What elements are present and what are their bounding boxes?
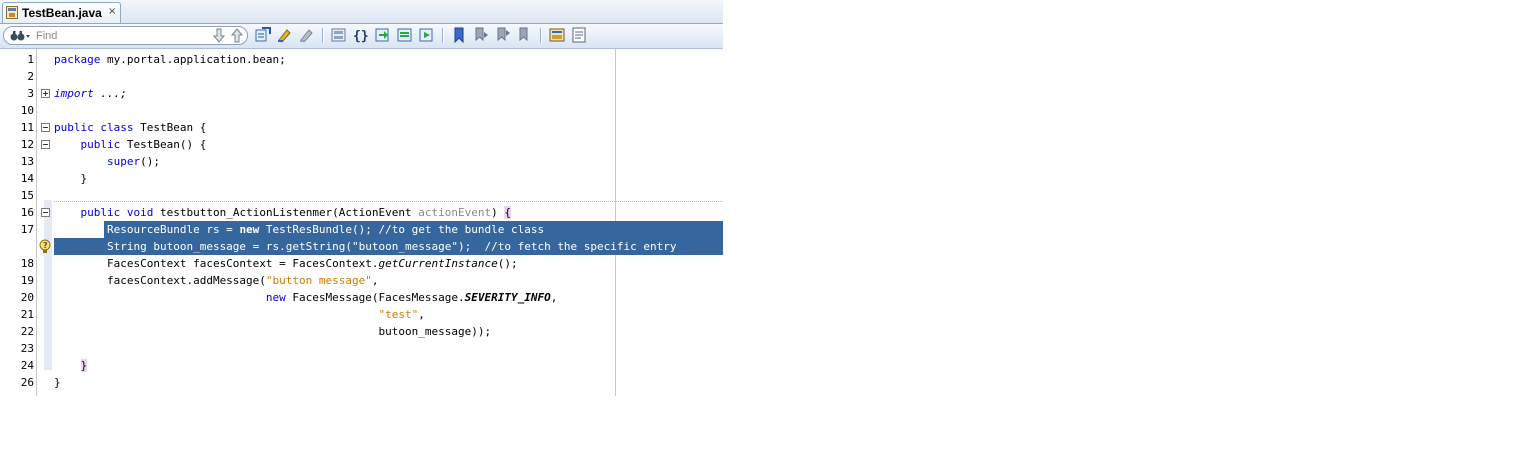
code-text: ResourceBundle rs = new TestResBundle();…: [54, 223, 545, 236]
toolbar-separator: [540, 28, 542, 43]
line-number: 18: [20, 257, 34, 270]
line-number: 11: [20, 121, 34, 134]
line-number: 23: [20, 342, 34, 355]
code-line: 16 public void testbutton_ActionListenme…: [0, 204, 723, 221]
code-line: 10: [0, 102, 723, 119]
code-text: public class TestBean {: [54, 121, 207, 134]
prev-bookmark-icon[interactable]: [330, 26, 348, 44]
code-line: 19 facesContext.addMessage("button messa…: [0, 272, 723, 289]
code-text: }: [54, 172, 88, 185]
line-number: 12: [20, 138, 34, 151]
line-number: 17: [20, 223, 34, 236]
close-icon[interactable]: ×: [108, 6, 116, 17]
comment-icon[interactable]: [396, 26, 414, 44]
code-text: FacesContext facesContext = FacesContext…: [54, 257, 518, 270]
code-text: new FacesMessage(FacesMessage.SEVERITY_I…: [265, 291, 558, 304]
toolbar-separator: [442, 28, 444, 43]
code-text: "test",: [378, 308, 425, 321]
collapse-fold-icon[interactable]: [41, 208, 50, 217]
code-line: 2: [0, 68, 723, 85]
line-number: 22: [20, 325, 34, 338]
line-number: 21: [20, 308, 34, 321]
code-line: 14 }: [0, 170, 723, 187]
last-edit-icon[interactable]: [254, 26, 272, 44]
code-line: 24 }: [0, 357, 723, 374]
binoculars-icon[interactable]: [10, 29, 32, 42]
collapse-fold-icon[interactable]: [41, 140, 50, 149]
line-number: 16: [20, 206, 34, 219]
java-file-icon: [6, 6, 18, 19]
uncomment-icon[interactable]: [418, 26, 436, 44]
last-icon[interactable]: [516, 26, 534, 44]
code-text: public void testbutton_ActionListenmer(A…: [80, 206, 512, 219]
code-text: facesContext.addMessage("button message"…: [54, 274, 379, 287]
code-text: super();: [106, 155, 160, 168]
svg-text:{}: {}: [353, 29, 369, 44]
line-number: 19: [20, 274, 34, 287]
line-number: 1: [27, 53, 34, 66]
line-number: 13: [20, 155, 34, 168]
tab-testbean-java[interactable]: TestBean.java ×: [2, 2, 121, 23]
code-line: 12 public TestBean() {: [0, 136, 723, 153]
next-icon[interactable]: [494, 26, 512, 44]
code-editor[interactable]: 1 package my.portal.application.bean; 2 …: [0, 49, 723, 396]
collapse-fold-icon[interactable]: [41, 123, 50, 132]
code-line: 3 import ...;: [0, 85, 723, 102]
toggle-highlight-icon[interactable]: [276, 26, 294, 44]
code-line: 15: [0, 187, 723, 204]
code-line: 23: [0, 340, 723, 357]
find-next-icon[interactable]: [230, 28, 244, 43]
editor-toolbar: {}: [0, 24, 723, 49]
code-line: 20 new FacesMessage(FacesMessage.SEVERIT…: [0, 289, 723, 306]
toggle-rect-icon[interactable]: [298, 26, 316, 44]
line-number: 15: [20, 189, 34, 202]
shift-left-icon[interactable]: {}: [352, 26, 370, 44]
code-line: ? String butoon_message = rs.getString("…: [0, 238, 723, 255]
find-input[interactable]: [36, 29, 196, 43]
code-line: 1 package my.portal.application.bean;: [0, 51, 723, 68]
prev-icon[interactable]: [472, 26, 490, 44]
svg-text:?: ?: [43, 241, 48, 250]
bookmark-icon[interactable]: [450, 26, 468, 44]
lightbulb-hint-icon[interactable]: ?: [38, 239, 52, 254]
find-box: [3, 26, 248, 45]
shift-right-icon[interactable]: [374, 26, 392, 44]
editor-tab-bar: TestBean.java ×: [0, 0, 723, 24]
editor-window: TestBean.java × Find {} 1 package my.por…: [0, 0, 723, 396]
tab-label: TestBean.java: [22, 6, 102, 20]
code-text: public TestBean() {: [80, 138, 207, 151]
code-line: 26 }: [0, 374, 723, 391]
line-number: 26: [20, 376, 34, 389]
line-number: 14: [20, 172, 34, 185]
line-number: 2: [27, 70, 34, 83]
line-number: 20: [20, 291, 34, 304]
code-text: butoon_message));: [54, 325, 492, 338]
code-line: 18 FacesContext facesContext = FacesCont…: [0, 255, 723, 272]
code-text: import ...;: [54, 87, 127, 100]
code-line: 13 super();: [0, 153, 723, 170]
code-line: 21 "test",: [0, 306, 723, 323]
code-text: }: [54, 376, 61, 389]
code-line: 11 public class TestBean {: [0, 119, 723, 136]
format-icon[interactable]: [570, 26, 588, 44]
line-number: 3: [27, 87, 34, 100]
code-line: 22 butoon_message));: [0, 323, 723, 340]
line-number: 10: [20, 104, 34, 117]
code-text: String butoon_message = rs.getString("bu…: [54, 240, 677, 253]
code-text: }: [80, 359, 88, 372]
find-previous-icon[interactable]: [212, 28, 226, 43]
code-text: package my.portal.application.bean;: [54, 53, 286, 66]
code-line: 17 ResourceBundle rs = new TestResBundle…: [0, 221, 723, 238]
line-number: 24: [20, 359, 34, 372]
expand-fold-icon[interactable]: [41, 89, 50, 98]
run-icon[interactable]: [548, 26, 566, 44]
toolbar-separator: [322, 28, 324, 43]
